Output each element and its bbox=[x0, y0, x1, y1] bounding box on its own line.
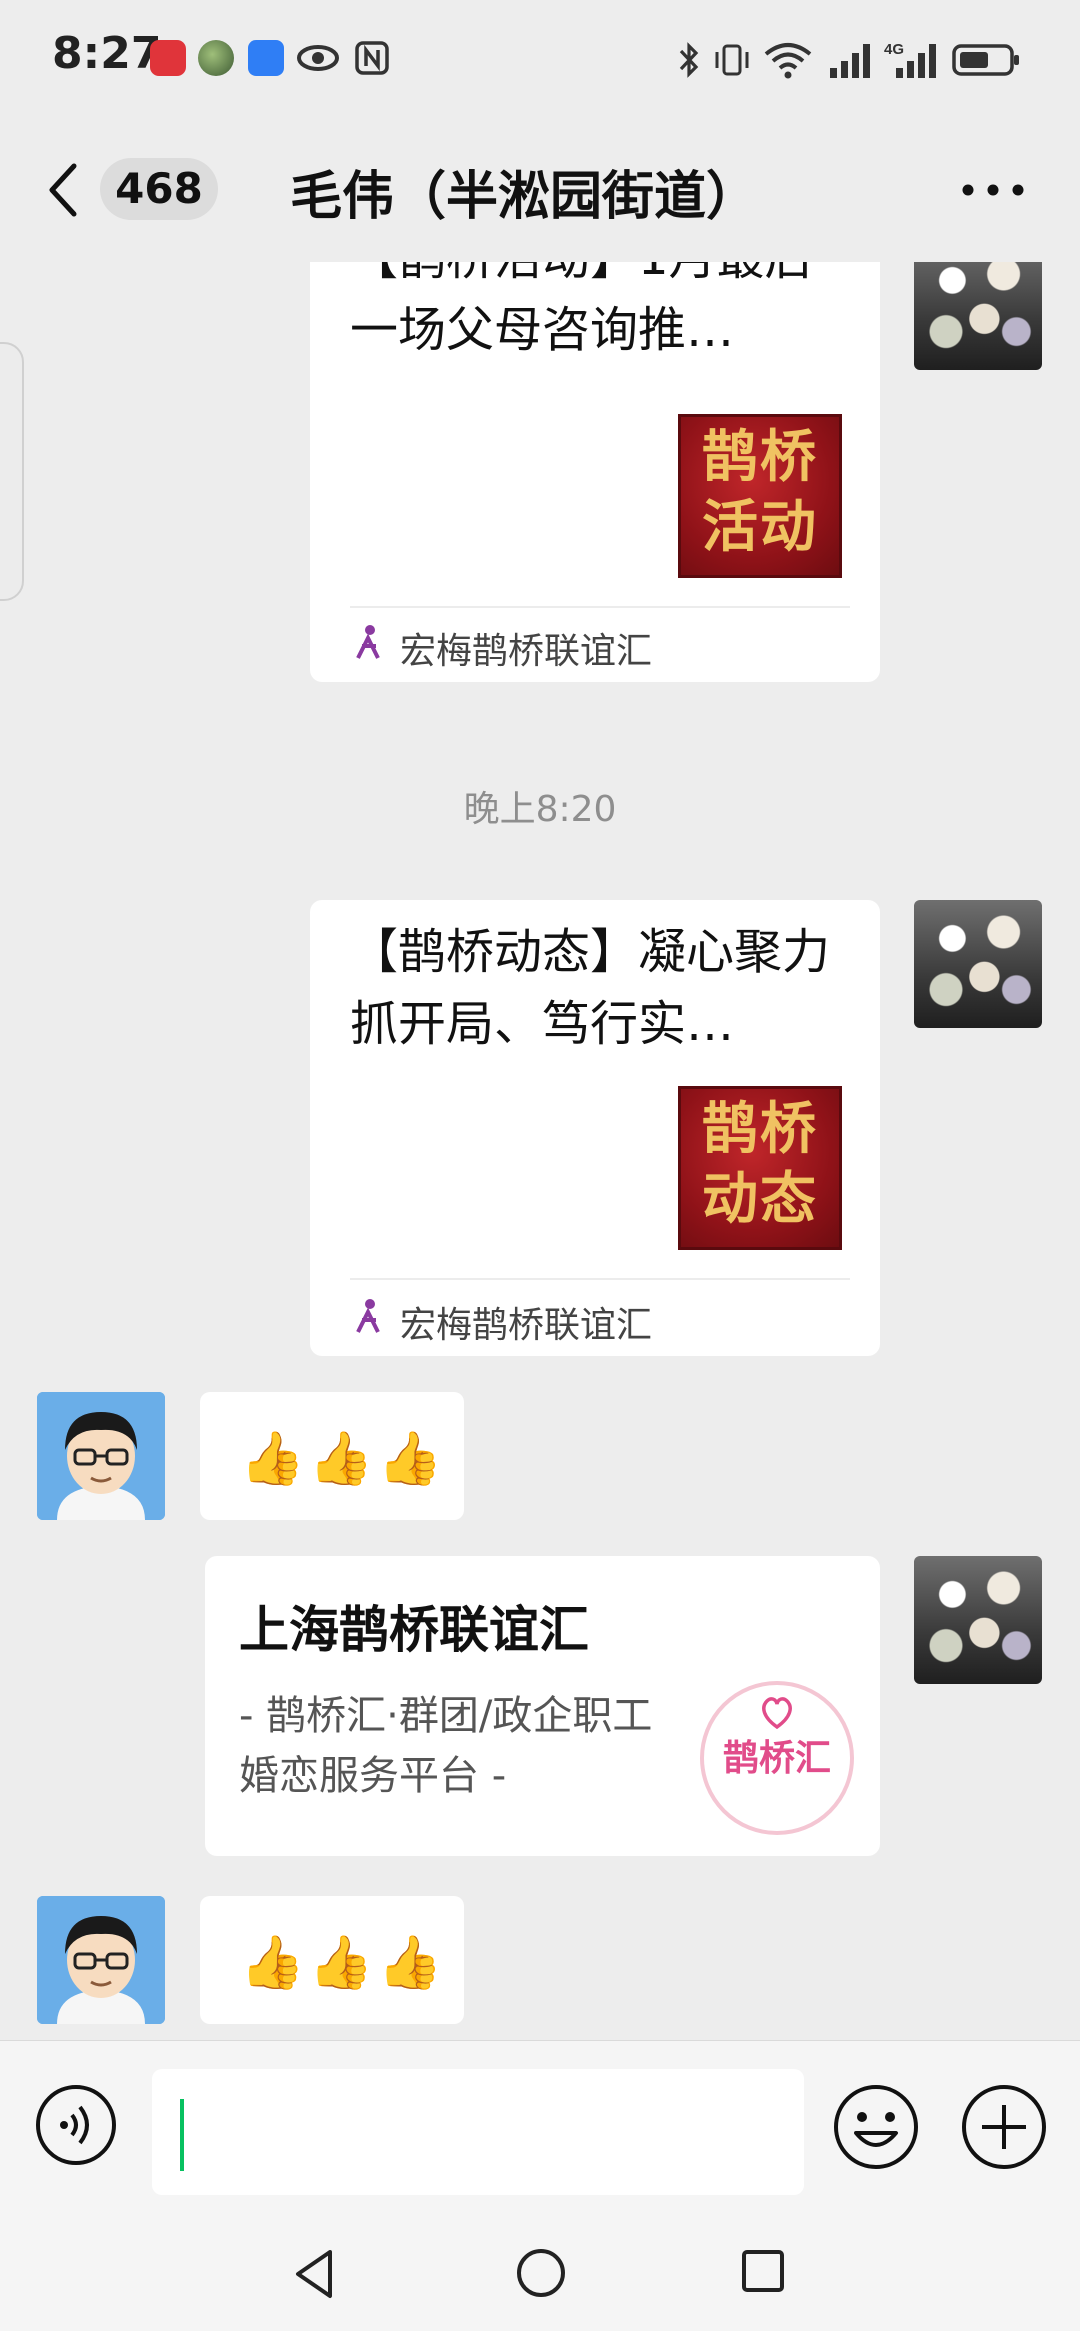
signal-4g-icon: 4G bbox=[884, 40, 940, 80]
my-avatar[interactable] bbox=[914, 262, 1042, 370]
mini-program-logo: 鹊桥汇 bbox=[700, 1681, 854, 1835]
mini-program-title: 上海鹊桥联谊汇 bbox=[239, 1601, 589, 1659]
status-bar: 8:27 4G bbox=[0, 0, 1080, 120]
official-account-icon bbox=[350, 622, 386, 662]
back-arrow-icon[interactable] bbox=[40, 158, 88, 222]
huawei-appgallery-icon bbox=[150, 40, 186, 76]
chat-title: 毛伟（半淞园街道） bbox=[290, 167, 759, 227]
article-card-2[interactable]: 【鹊桥动态】凝心聚力抓开局、笃行实… 鹊桥 动态 宏梅鹊桥联谊汇 bbox=[310, 900, 880, 1356]
text-cursor bbox=[180, 2099, 184, 2171]
article-card-1[interactable]: 【鹊桥活动】1月最后一场父母咨询推… 鹊桥活动 宏梅鹊桥联谊汇 bbox=[310, 262, 880, 682]
emoji-icon[interactable] bbox=[832, 2083, 920, 2171]
message-bubble[interactable]: 👍👍👍 bbox=[200, 1896, 464, 2024]
battery-icon bbox=[952, 40, 1022, 80]
official-account-icon bbox=[350, 1296, 386, 1336]
article-card-title: 【鹊桥动态】凝心聚力抓开局、笃行实… bbox=[350, 924, 831, 1052]
svg-text:4G: 4G bbox=[884, 41, 904, 58]
voice-input-icon[interactable] bbox=[34, 2083, 118, 2167]
reaction-text: 👍👍👍 bbox=[240, 1429, 447, 1489]
unread-count-badge[interactable]: 468 bbox=[100, 158, 218, 220]
card-divider bbox=[350, 1278, 850, 1280]
article-card-thumbnail: 鹊桥 活动 bbox=[678, 414, 842, 578]
nfc-icon bbox=[354, 40, 390, 76]
thumbnail-text: 鹊桥 活动 bbox=[702, 424, 818, 560]
status-time: 8:27 bbox=[52, 28, 162, 79]
nav-recent-apps-icon[interactable] bbox=[740, 2248, 786, 2294]
eye-icon bbox=[296, 40, 340, 76]
message-input-bar bbox=[0, 2040, 1080, 2231]
article-card-source: 宏梅鹊桥联谊汇 bbox=[400, 1305, 653, 1346]
mini-program-logo-text: 鹊桥汇 bbox=[722, 1738, 831, 1779]
vibrate-icon bbox=[712, 40, 752, 80]
bluetooth-icon bbox=[676, 40, 702, 80]
reaction-text: 👍👍👍 bbox=[240, 1933, 447, 1993]
mini-program-description: - 鹊桥汇·群团/政企职工婚恋服务平台 - bbox=[239, 1693, 653, 1799]
my-avatar[interactable] bbox=[914, 900, 1042, 1028]
article-card-source: 宏梅鹊桥联谊汇 bbox=[400, 631, 653, 672]
photo-app-icon bbox=[198, 40, 234, 76]
location-app-icon bbox=[248, 40, 284, 76]
message-timestamp: 晚上8:20 bbox=[463, 789, 617, 830]
chat-message-list[interactable]: 【鹊桥活动】1月最后一场父母咨询推… 鹊桥活动 宏梅鹊桥联谊汇 晚上8:20 【… bbox=[0, 262, 1080, 2040]
wifi-icon bbox=[762, 40, 814, 80]
contact-avatar[interactable] bbox=[37, 1392, 165, 1520]
mini-program-card[interactable]: 上海鹊桥联谊汇 - 鹊桥汇·群团/政企职工婚恋服务平台 - 鹊桥汇 bbox=[205, 1556, 880, 1856]
card-divider bbox=[350, 606, 850, 608]
nav-home-icon[interactable] bbox=[514, 2246, 568, 2300]
message-bubble[interactable]: 👍👍👍 bbox=[200, 1392, 464, 1520]
more-options-icon[interactable] bbox=[958, 178, 1028, 202]
system-navigation-bar bbox=[0, 2230, 1080, 2331]
signal-icon-1 bbox=[828, 40, 874, 80]
message-text-input[interactable] bbox=[152, 2069, 804, 2195]
more-functions-plus-icon[interactable] bbox=[960, 2083, 1048, 2171]
side-drawer-handle[interactable] bbox=[0, 342, 24, 601]
article-card-title: 【鹊桥活动】1月最后一场父母咨询推… bbox=[350, 262, 813, 358]
article-card-thumbnail: 鹊桥 动态 bbox=[678, 1086, 842, 1250]
chat-header: 468 毛伟（半淞园街道） bbox=[0, 120, 1080, 260]
nav-back-icon[interactable] bbox=[290, 2246, 340, 2302]
my-avatar[interactable] bbox=[914, 1556, 1042, 1684]
thumbnail-text: 鹊桥 动态 bbox=[702, 1096, 818, 1232]
contact-avatar[interactable] bbox=[37, 1896, 165, 2024]
